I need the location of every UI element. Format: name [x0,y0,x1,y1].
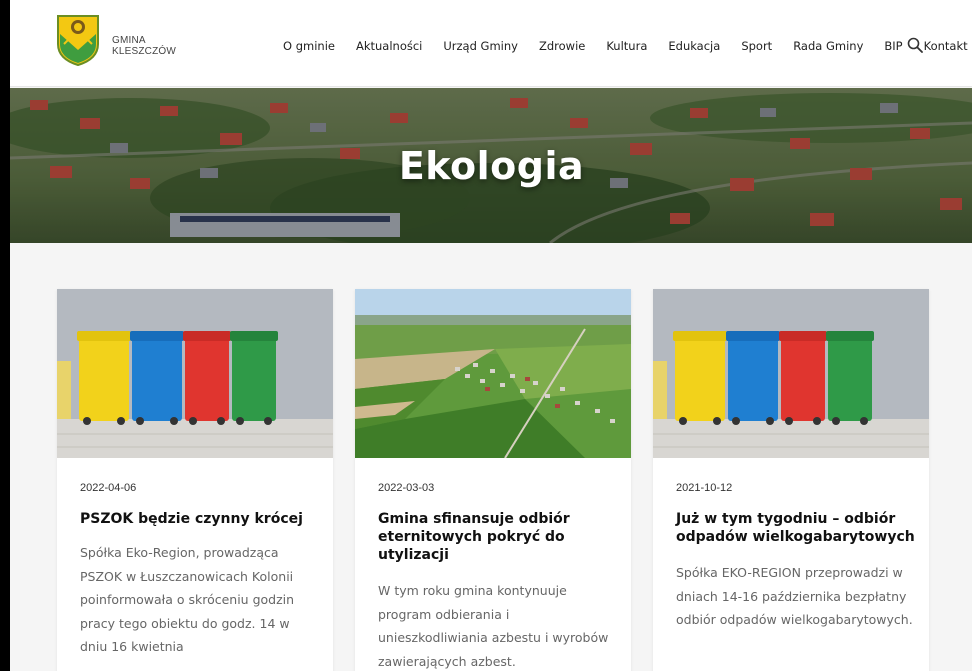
nav-item-rada-gminy[interactable]: Rada Gminy [793,39,863,53]
coat-of-arms-logo [57,15,99,66]
card-excerpt: Spółka Eko-Region, prowadząca PSZOK w Łu… [80,545,295,654]
news-card[interactable]: 2021-10-12 Już w tym tygodniu – odbiór o… [653,289,929,671]
hero-banner: Ekologia [10,88,972,243]
card-title[interactable]: Gmina sfinansuje odbiór eternitowych pok… [378,510,618,564]
nav-item-bip[interactable]: BIP [884,39,902,53]
aerial-fields-image [355,289,631,458]
nav-item-o-gminie[interactable]: O gminie [283,39,335,53]
nav-item-kontakt[interactable]: Kontakt [924,39,968,53]
news-card[interactable]: 2022-04-06 PSZOK będzie czynny krócej Sp… [57,289,333,671]
main-nav: O gminie Aktualności Urząd Gminy Zdrowie… [283,39,972,53]
news-card[interactable]: 2022-03-03 Gmina sfinansuje odbiór etern… [355,289,631,671]
search-icon[interactable] [907,37,923,53]
card-excerpt: Spółka EKO-REGION przeprowadzi w dniach … [676,565,913,627]
nav-item-aktualnosci[interactable]: Aktualności [356,39,422,53]
waste-bins-image [57,289,333,458]
logo-text: GMINA KLESZCZÓW [112,35,177,57]
card-date: 2021-10-12 [676,482,733,494]
nav-item-kultura[interactable]: Kultura [606,39,647,53]
card-excerpt: W tym roku gmina kontynuuje program odbi… [378,583,609,669]
nav-item-zdrowie[interactable]: Zdrowie [539,39,585,53]
nav-item-sport[interactable]: Sport [741,39,772,53]
nav-item-urzad-gminy[interactable]: Urząd Gminy [443,39,518,53]
site-header: GMINA KLESZCZÓW O gminie Aktualności Urz… [10,0,972,87]
page-title: Ekologia [398,143,585,188]
card-date: 2022-03-03 [378,482,435,494]
nav-item-edukacja[interactable]: Edukacja [668,39,720,53]
card-date: 2022-04-06 [80,482,137,494]
page: GMINA KLESZCZÓW O gminie Aktualności Urz… [9,0,972,671]
card-title[interactable]: Już w tym tygodniu – odbiór odpadów wiel… [676,510,916,546]
waste-bins-image [653,289,929,458]
card-title[interactable]: PSZOK będzie czynny krócej [80,510,320,528]
